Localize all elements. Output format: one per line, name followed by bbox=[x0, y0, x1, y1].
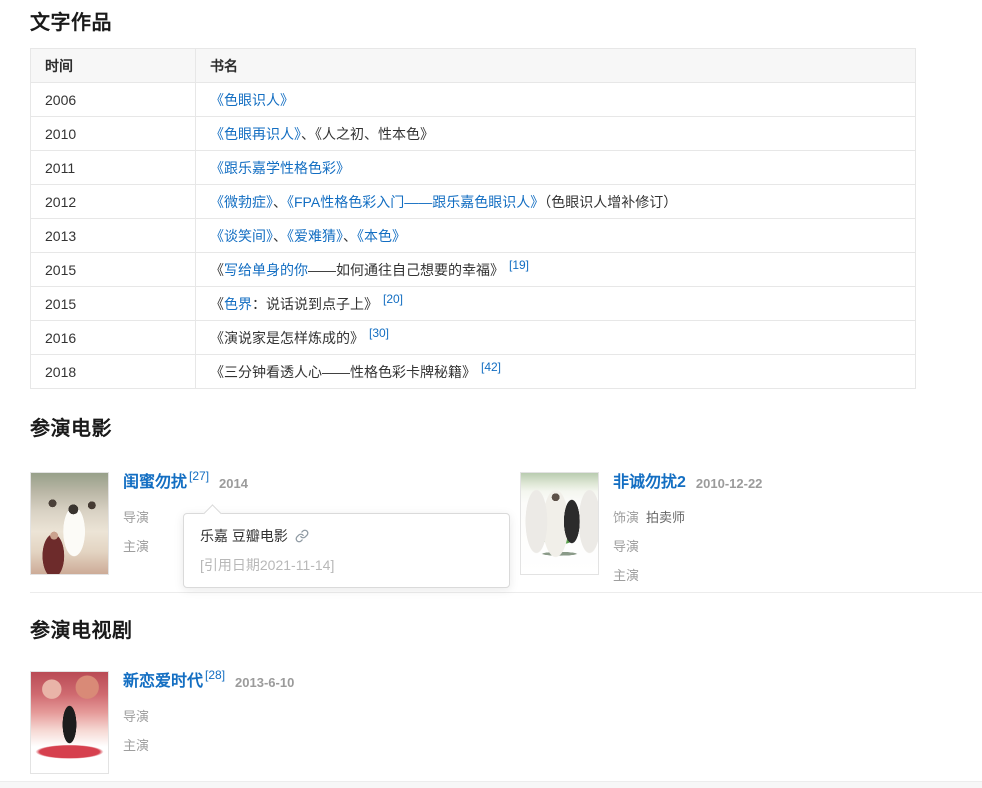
year-cell: 2015 bbox=[31, 253, 196, 287]
header-cell-time: 时间 bbox=[31, 49, 196, 83]
credit-label: 饰演 bbox=[613, 510, 639, 525]
citation-tooltip: 乐嘉 豆瓣电影 [引用日期2021-11-14] bbox=[183, 513, 510, 588]
book-link[interactable]: 写给单身的你 bbox=[224, 262, 308, 278]
tooltip-cite-date: [引用日期2021-11-14] bbox=[200, 555, 493, 575]
baike-article-page: 文字作品 时间 书名 2006《色眼识人》2010《色眼再识人》、《人之初、性本… bbox=[0, 0, 982, 788]
movie-poster-white-green[interactable] bbox=[520, 472, 599, 575]
year-cell: 2010 bbox=[31, 117, 196, 151]
book-text: （色眼识人增补修订） bbox=[544, 194, 677, 210]
citation-ref[interactable]: [30] bbox=[369, 326, 389, 340]
table-row: 2010《色眼再识人》、《人之初、性本色》 bbox=[31, 117, 916, 151]
book-title-cell: 《微勃症》、《FPA性格色彩入门——跟乐嘉色眼识人》（色眼识人增补修订） bbox=[196, 185, 916, 219]
book-title-cell: 《写给单身的你——如何通往自己想要的幸福》 [19] bbox=[196, 253, 916, 287]
year-cell: 2006 bbox=[31, 83, 196, 117]
movie-title-link[interactable]: 闺蜜勿扰 bbox=[123, 473, 187, 493]
citation-ref[interactable]: [42] bbox=[481, 360, 501, 374]
link-icon[interactable] bbox=[295, 529, 309, 543]
citation-ref[interactable]: [19] bbox=[509, 258, 529, 272]
credit-label: 导演 bbox=[123, 510, 149, 525]
book-link[interactable]: 《谈笑间》 bbox=[210, 228, 273, 244]
movie-poster-wedding-scene[interactable] bbox=[30, 472, 109, 575]
book-link[interactable]: 《微勃症》 bbox=[210, 194, 273, 210]
book-title-cell: 《三分钟看透人心——性格色彩卡牌秘籍》 [42] bbox=[196, 355, 916, 389]
movie-date: 2014 bbox=[219, 476, 248, 491]
book-link[interactable]: 《色眼识人》 bbox=[210, 92, 294, 108]
tv-series-title-line: 新恋爱时代 [28] 2013-6-10 bbox=[123, 672, 294, 692]
book-text: 、 bbox=[273, 228, 287, 244]
section-title-movies: 参演电影 bbox=[30, 412, 112, 441]
year-cell: 2016 bbox=[31, 321, 196, 355]
year-cell: 2012 bbox=[31, 185, 196, 219]
book-text: ：说话说到点子上》 bbox=[252, 296, 378, 312]
table-header-row: 时间 书名 bbox=[31, 49, 916, 83]
section-divider bbox=[30, 592, 982, 593]
tv-poster-red-romance[interactable] bbox=[30, 671, 109, 774]
book-text: 、 bbox=[343, 228, 357, 244]
book-text: 、 bbox=[273, 194, 287, 210]
book-text: 《演说家是怎样炼成的》 bbox=[210, 330, 364, 346]
table-row: 2012《微勃症》、《FPA性格色彩入门——跟乐嘉色眼识人》（色眼识人增补修订） bbox=[31, 185, 916, 219]
tooltip-source-text[interactable]: 乐嘉 豆瓣电影 bbox=[200, 526, 288, 546]
credit-line: 主演 bbox=[123, 735, 294, 754]
book-link[interactable]: 色界 bbox=[224, 296, 252, 312]
year-cell: 2011 bbox=[31, 151, 196, 185]
book-title-cell: 《谈笑间》、《爱难猜》、《本色》 bbox=[196, 219, 916, 253]
movie-title-link[interactable]: 非诚勿扰2 bbox=[613, 473, 686, 493]
section-title-written-works: 文字作品 bbox=[30, 6, 112, 35]
credit-label: 导演 bbox=[123, 709, 149, 724]
movie-info: 非诚勿扰2 2010-12-22 饰演拍卖师导演主演 bbox=[613, 472, 762, 584]
book-link[interactable]: 《爱难猜》 bbox=[287, 228, 343, 244]
movie-title-line: 闺蜜勿扰 [27] 2014 bbox=[123, 473, 248, 493]
table-row: 2011 《跟乐嘉学性格色彩》 bbox=[31, 151, 916, 185]
page-bottom-strip bbox=[0, 781, 982, 788]
book-link[interactable]: 《跟乐嘉学性格色彩》 bbox=[210, 160, 350, 176]
credit-label: 主演 bbox=[613, 568, 639, 583]
movie-title-line: 非诚勿扰2 2010-12-22 bbox=[613, 473, 762, 493]
credit-line: 导演 bbox=[123, 706, 294, 725]
table-row: 2006 《色眼识人》 bbox=[31, 83, 916, 117]
book-title-cell: 《跟乐嘉学性格色彩》 bbox=[196, 151, 916, 185]
credit-line: 导演 bbox=[613, 536, 762, 555]
table-row: 2016 《演说家是怎样炼成的》 [30] bbox=[31, 321, 916, 355]
table-row: 2018 《三分钟看透人心——性格色彩卡牌秘籍》 [42] bbox=[31, 355, 916, 389]
book-link[interactable]: 《色眼再识人》 bbox=[210, 126, 301, 142]
tv-series-title-link[interactable]: 新恋爱时代 bbox=[123, 672, 203, 692]
credit-label: 主演 bbox=[123, 738, 149, 753]
credit-label: 导演 bbox=[613, 539, 639, 554]
movie-date: 2010-12-22 bbox=[696, 476, 763, 491]
book-text: 、 bbox=[301, 126, 315, 142]
tv-series-date: 2013-6-10 bbox=[235, 675, 294, 690]
movie-entry: 非诚勿扰2 2010-12-22 饰演拍卖师导演主演 bbox=[520, 472, 762, 584]
year-cell: 2013 bbox=[31, 219, 196, 253]
book-text: 《 bbox=[210, 262, 224, 278]
credit-label: 主演 bbox=[123, 539, 149, 554]
section-title-tv-series: 参演电视剧 bbox=[30, 614, 133, 643]
credit-value: 拍卖师 bbox=[646, 510, 685, 525]
written-works-table: 时间 书名 2006《色眼识人》2010《色眼再识人》、《人之初、性本色》201… bbox=[30, 48, 916, 389]
credit-line: 饰演拍卖师 bbox=[613, 507, 762, 526]
table-row: 2013《谈笑间》、《爱难猜》、《本色》 bbox=[31, 219, 916, 253]
book-link[interactable]: 《本色》 bbox=[357, 228, 406, 244]
tv-series-info: 新恋爱时代 [28] 2013-6-10 导演主演 bbox=[123, 671, 294, 774]
year-cell: 2018 bbox=[31, 355, 196, 389]
year-cell: 2015 bbox=[31, 287, 196, 321]
book-text: ——如何通往自己想要的幸福》 bbox=[308, 262, 504, 278]
book-title-cell: 《色眼识人》 bbox=[196, 83, 916, 117]
book-link[interactable]: 《FPA性格色彩入门——跟乐嘉色眼识人》 bbox=[287, 194, 544, 210]
table-row: 2015 《色界：说话说到点子上》 [20] bbox=[31, 287, 916, 321]
book-title-cell: 《色界：说话说到点子上》 [20] bbox=[196, 287, 916, 321]
tv-series-entry: 新恋爱时代 [28] 2013-6-10 导演主演 bbox=[30, 671, 294, 774]
tooltip-source-line: 乐嘉 豆瓣电影 bbox=[200, 526, 493, 546]
header-cell-bookname: 书名 bbox=[196, 49, 916, 83]
credit-line: 主演 bbox=[613, 565, 762, 584]
book-title-cell: 《演说家是怎样炼成的》 [30] bbox=[196, 321, 916, 355]
book-text: 《人之初、性本色》 bbox=[315, 126, 434, 142]
book-title-cell: 《色眼再识人》、《人之初、性本色》 bbox=[196, 117, 916, 151]
citation-ref[interactable]: [20] bbox=[383, 292, 403, 306]
book-text: 《三分钟看透人心——性格色彩卡牌秘籍》 bbox=[210, 364, 476, 380]
table-row: 2015 《写给单身的你——如何通往自己想要的幸福》 [19] bbox=[31, 253, 916, 287]
book-text: 《 bbox=[210, 296, 224, 312]
